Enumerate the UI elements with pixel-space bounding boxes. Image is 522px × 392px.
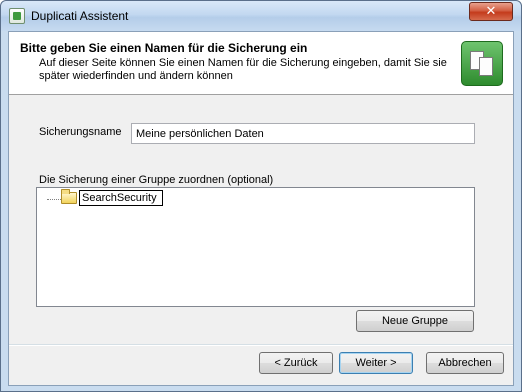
title-bar[interactable]: Duplicati Assistent ✕: [1, 1, 521, 31]
backup-name-input[interactable]: [131, 123, 475, 144]
new-group-button[interactable]: Neue Gruppe: [356, 310, 474, 332]
backup-documents-icon: [461, 41, 503, 86]
next-button[interactable]: Weiter >: [339, 352, 413, 374]
folder-icon: [61, 189, 77, 204]
back-button[interactable]: < Zurück: [259, 352, 333, 374]
window-title: Duplicati Assistent: [31, 9, 129, 23]
document-icon: [479, 57, 493, 76]
page-title: Bitte geben Sie einen Namen für die Sich…: [20, 41, 308, 55]
wizard-window: Duplicati Assistent ✕ Bitte geben Sie ei…: [0, 0, 522, 392]
cancel-button[interactable]: Abbrechen: [426, 352, 504, 374]
page-description: Auf dieser Seite können Sie einen Namen …: [39, 57, 447, 82]
wizard-header: Bitte geben Sie einen Namen für die Sich…: [9, 32, 513, 95]
backup-name-label: Sicherungsname: [39, 126, 122, 138]
group-tree-view[interactable]: SearchSecurity: [36, 187, 475, 307]
tree-item-edit-field[interactable]: SearchSecurity: [79, 190, 163, 206]
close-button[interactable]: ✕: [469, 2, 513, 21]
app-icon: [9, 8, 25, 24]
footer-separator: [9, 344, 513, 346]
wizard-client-area: Bitte geben Sie einen Namen für die Sich…: [8, 31, 514, 386]
group-label: Die Sicherung einer Gruppe zuordnen (opt…: [39, 174, 274, 186]
